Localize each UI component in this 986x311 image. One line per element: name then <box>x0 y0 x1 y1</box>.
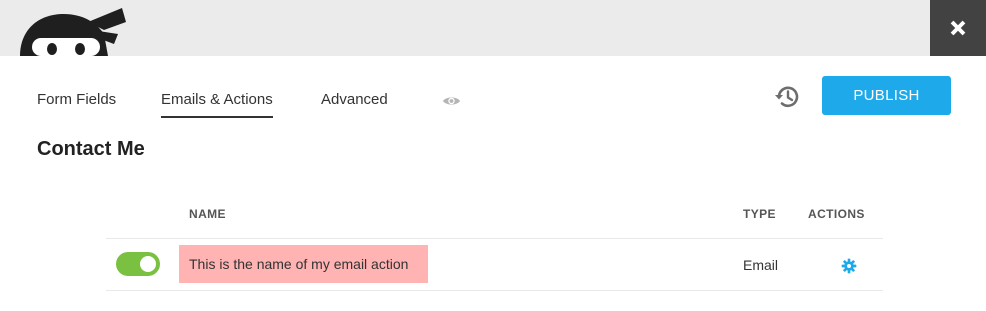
column-header-actions: ACTIONS <box>808 207 865 221</box>
column-header-type: TYPE <box>743 207 776 221</box>
action-enabled-toggle[interactable] <box>116 252 160 276</box>
tab-form-fields[interactable]: Form Fields <box>37 88 116 112</box>
tab-advanced[interactable]: Advanced <box>321 88 388 112</box>
table-divider <box>106 290 883 291</box>
table-divider <box>106 238 883 239</box>
eye-icon[interactable] <box>442 94 461 108</box>
gear-icon[interactable] <box>841 258 857 274</box>
action-name-cell[interactable]: This is the name of my email action <box>179 245 428 283</box>
header-band <box>0 0 986 56</box>
toggle-knob <box>140 256 156 272</box>
close-button[interactable] <box>930 0 986 56</box>
action-type-cell: Email <box>743 257 779 273</box>
history-icon[interactable] <box>774 84 800 110</box>
tab-emails-actions[interactable]: Emails & Actions <box>161 88 273 118</box>
publish-button[interactable]: PUBLISH <box>822 76 951 115</box>
form-title: Contact Me <box>37 138 145 160</box>
close-icon <box>950 20 966 36</box>
ninja-logo-icon <box>20 8 126 56</box>
column-header-name: NAME <box>189 207 226 221</box>
